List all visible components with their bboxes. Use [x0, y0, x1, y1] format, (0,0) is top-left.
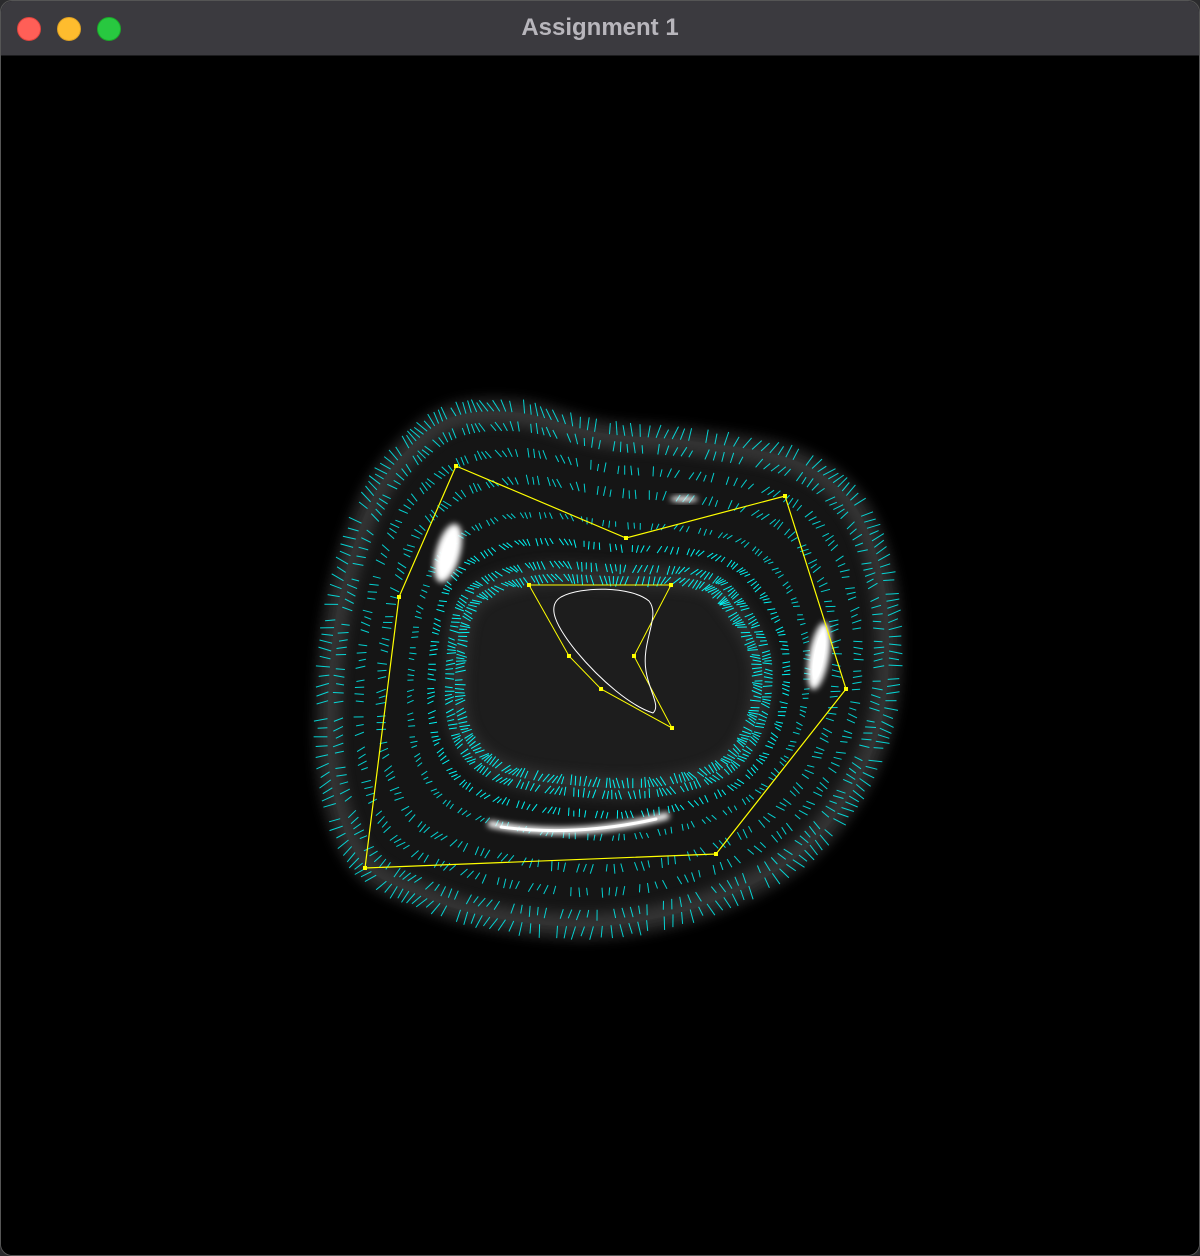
normal-line	[872, 620, 882, 623]
normal-line	[430, 641, 440, 643]
normal-line	[593, 541, 595, 550]
normal-line	[780, 706, 788, 709]
control-point[interactable]	[670, 726, 674, 730]
control-point[interactable]	[527, 583, 531, 587]
normal-line	[408, 725, 416, 727]
normal-line	[648, 788, 651, 798]
normal-line	[579, 416, 581, 429]
normal-line	[641, 445, 644, 454]
normal-line	[804, 688, 810, 690]
normal-line	[853, 658, 864, 661]
normal-line	[551, 861, 553, 872]
control-point[interactable]	[844, 687, 848, 691]
normal-line	[623, 833, 625, 841]
title-bar[interactable]: Assignment 1	[1, 1, 1199, 56]
normal-line	[581, 561, 583, 572]
normal-line	[627, 522, 629, 530]
normal-line	[337, 632, 349, 634]
normal-line	[354, 693, 364, 695]
normal-line	[356, 652, 367, 654]
normal-line	[608, 887, 611, 896]
normal-line	[601, 887, 604, 898]
normal-line	[781, 673, 791, 676]
normal-line	[332, 692, 344, 694]
normal-line	[658, 806, 660, 816]
opengl-viewport[interactable]	[1, 56, 1200, 1256]
normal-line	[587, 541, 590, 550]
normal-line	[756, 636, 766, 639]
control-point[interactable]	[714, 852, 718, 856]
normal-line	[802, 650, 811, 652]
normal-line	[411, 636, 419, 638]
normal-line	[367, 591, 378, 593]
control-point[interactable]	[397, 595, 401, 599]
normal-line	[748, 709, 759, 712]
normal-line	[619, 441, 622, 453]
normal-line	[454, 692, 465, 694]
normal-line	[454, 683, 466, 686]
normal-line	[826, 610, 835, 613]
window-title: Assignment 1	[521, 14, 679, 41]
control-point[interactable]	[567, 654, 571, 658]
normal-line	[764, 692, 772, 695]
normal-line	[873, 640, 883, 643]
normal-line	[840, 741, 848, 743]
normal-line	[824, 600, 833, 603]
control-point[interactable]	[632, 654, 636, 658]
normal-line	[888, 664, 903, 667]
normal-line	[315, 745, 328, 747]
normal-line	[568, 807, 570, 816]
control-point[interactable]	[783, 494, 787, 498]
normal-line	[764, 660, 772, 662]
control-point[interactable]	[363, 866, 367, 870]
control-point[interactable]	[599, 687, 603, 691]
normal-line	[883, 579, 895, 581]
normal-line	[652, 466, 654, 477]
normal-line	[762, 685, 773, 687]
normal-line	[377, 669, 387, 672]
normal-line	[853, 640, 863, 643]
normal-line	[853, 670, 862, 672]
normal-line	[851, 688, 861, 691]
render-canvas[interactable]	[1, 56, 1200, 1256]
normal-line	[779, 641, 788, 643]
normal-line	[409, 736, 416, 738]
normal-line	[557, 861, 560, 870]
control-point[interactable]	[454, 464, 458, 468]
normal-line	[574, 775, 577, 786]
normal-line	[317, 727, 328, 729]
normal-line	[412, 631, 419, 633]
normal-line	[873, 747, 884, 749]
normal-line	[865, 726, 877, 728]
normal-line	[430, 644, 437, 647]
normal-line	[633, 522, 635, 529]
normal-line	[454, 679, 463, 681]
normal-line	[653, 809, 655, 816]
normal-line	[830, 685, 839, 688]
swept-surface	[314, 398, 903, 940]
control-point[interactable]	[669, 583, 673, 587]
control-point[interactable]	[624, 536, 628, 540]
app-window: Assignment 1	[0, 0, 1200, 1256]
normal-line	[455, 660, 467, 662]
